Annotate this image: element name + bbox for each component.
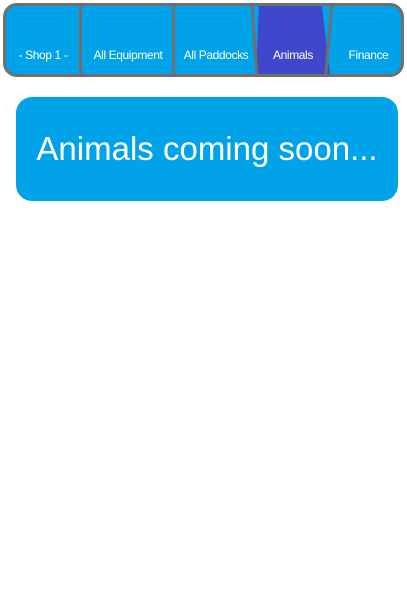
coming-soon-panel: Animals coming soon... <box>16 97 398 201</box>
tab-all-paddocks[interactable]: All Paddocks <box>176 6 256 74</box>
tab-bar: - Shop 1 - All Equipment All Paddocks An… <box>3 3 404 77</box>
tab-finance[interactable]: Finance <box>330 6 401 74</box>
tab-label: All Equipment <box>93 48 163 62</box>
tab-all-equipment[interactable]: All Equipment <box>82 6 174 74</box>
coming-soon-message: Animals coming soon... <box>36 130 378 167</box>
tab-label: Animals <box>273 48 313 62</box>
tab-active-highlight <box>256 6 330 74</box>
tab-label: - Shop 1 - <box>18 48 68 62</box>
tab-shop-1[interactable]: - Shop 1 - <box>6 6 80 74</box>
page: - Shop 1 - All Equipment All Paddocks An… <box>0 0 407 609</box>
tab-label: Finance <box>348 48 389 62</box>
tab-divider <box>79 6 82 74</box>
tab-divider <box>172 6 175 74</box>
tab-animals[interactable]: Animals <box>256 6 330 74</box>
tab-label: All Paddocks <box>183 48 249 62</box>
